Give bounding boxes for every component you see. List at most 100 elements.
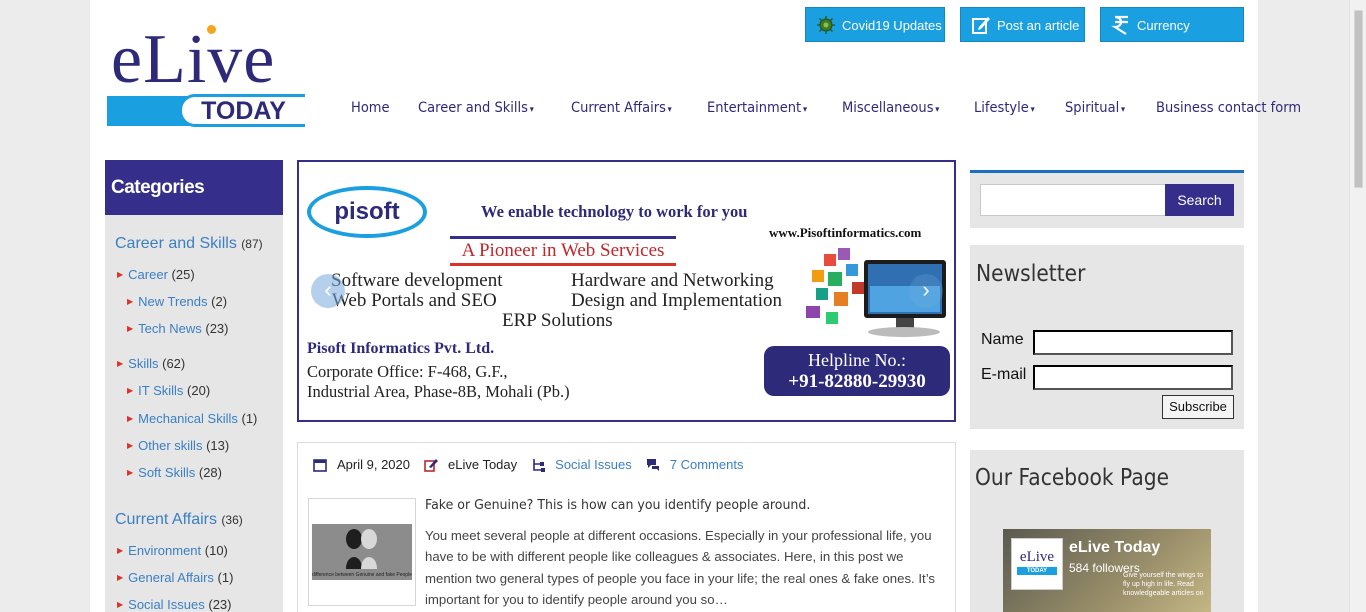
nav-item-lifestyle[interactable]: Lifestyle ▾ [974, 100, 1035, 116]
bullet-triangle-icon: ▶ [127, 297, 134, 306]
category-link[interactable]: Other skills [138, 438, 202, 453]
covid-updates-button[interactable]: Covid19 Updates [805, 7, 945, 42]
scrollbar-thumb[interactable] [1354, 10, 1363, 188]
banner-service: Software development [331, 270, 503, 291]
pisoft-logo: pisoft [307, 186, 427, 238]
name-label: Name [981, 331, 1024, 348]
category-link[interactable]: Social Issues [128, 597, 205, 612]
category-link[interactable]: Career and Skills [115, 235, 237, 252]
nav-item-spiritual[interactable]: Spiritual ▾ [1065, 100, 1125, 116]
category-link[interactable]: Career [128, 267, 168, 282]
people-silhouette-icon [346, 529, 377, 569]
virus-icon [817, 16, 835, 34]
nav-item-current-affairs[interactable]: Current Affairs ▾ [571, 100, 672, 116]
bullet-triangle-icon: ▶ [127, 441, 134, 450]
category-count: (23) [208, 597, 232, 612]
facebook-title: Our Facebook Page [975, 465, 1170, 491]
newsletter-email-field[interactable] [1033, 365, 1233, 390]
search-button[interactable]: Search [1165, 184, 1234, 216]
post-author: eLive Today [448, 457, 518, 472]
newsletter-name-field[interactable] [1033, 330, 1233, 355]
category-count: (10) [204, 543, 228, 558]
bullet-triangle-icon: ▶ [117, 270, 124, 279]
category-link[interactable]: Soft Skills [138, 465, 195, 480]
bullet-triangle-icon: ▶ [117, 359, 124, 368]
nav-item-miscellaneous[interactable]: Miscellaneous ▾ [842, 100, 939, 116]
nav-item-home[interactable]: Home [351, 100, 390, 116]
banner-url: www.Pisoftinformatics.com [769, 225, 922, 240]
category-link[interactable]: Current Affairs [115, 511, 217, 528]
search-input[interactable] [980, 184, 1166, 216]
category-item: ▶ IT Skills (20) [127, 383, 210, 398]
post-thumbnail-image: difference between Genuine and fake Peop… [312, 524, 412, 580]
caret-down-icon: ▾ [1121, 105, 1126, 115]
search-widget: Search [970, 170, 1244, 228]
post-comments-link[interactable]: 7 Comments [670, 457, 744, 472]
category-link[interactable]: New Trends [138, 294, 207, 309]
facebook-page-name[interactable]: eLive Today [1069, 539, 1160, 557]
post-category-link[interactable]: Social Issues [555, 457, 632, 472]
facebook-page-card[interactable]: eLive TODAY eLive Today 584 followers Gi… [1003, 529, 1211, 612]
banner-address: Corporate Office: F-468, G.F., [307, 362, 508, 381]
category-count: (62) [162, 356, 186, 371]
category-item: ▶ Environment (10) [117, 543, 228, 558]
categories-title: Categories [105, 160, 283, 215]
banner-pioneer: A Pioneer in Web Services [450, 236, 676, 266]
slider-prev-button[interactable]: ‹ [311, 274, 345, 308]
nav-item-label: Entertainment [706, 100, 801, 116]
nav-item-business-contact-form[interactable]: Business contact form [1156, 100, 1301, 116]
edit-icon [972, 17, 990, 34]
category-link[interactable]: IT Skills [138, 383, 183, 398]
nav-item-label: Home [351, 100, 390, 116]
category-item: ▶ General Affairs (1) [117, 570, 233, 585]
banner-address: Industrial Area, Phase-8B, Mohali (Pb.) [307, 382, 570, 401]
category-link[interactable]: Environment [128, 543, 201, 558]
category-count: (28) [198, 465, 222, 480]
banner-company: Pisoft Informatics Pvt. Ltd. [307, 340, 495, 357]
category-link[interactable]: Tech News [138, 321, 202, 336]
post-date: April 9, 2020 [337, 457, 410, 472]
nav-item-label: Current Affairs [570, 100, 666, 116]
category-count: (1) [217, 570, 234, 585]
category-count: (20) [187, 383, 211, 398]
email-label: E-mail [981, 366, 1027, 383]
category-item: ▶ Skills (62) [117, 356, 185, 371]
subscribe-button[interactable]: Subscribe [1162, 395, 1234, 419]
nav-item-career-and-skills[interactable]: Career and Skills ▾ [418, 100, 534, 116]
facebook-page-avatar: eLive TODAY [1011, 538, 1063, 590]
bullet-triangle-icon: ▶ [127, 386, 134, 395]
category-link[interactable]: General Affairs [128, 570, 214, 585]
bullet-triangle-icon: ▶ [127, 414, 134, 423]
covid-updates-label: Covid19 Updates [842, 18, 942, 33]
nav-item-entertainment[interactable]: Entertainment ▾ [707, 100, 807, 116]
caret-down-icon: ▾ [667, 105, 672, 115]
category-item: ▶ Soft Skills (28) [127, 465, 222, 480]
post-title[interactable]: Fake or Genuine? This is how can you ide… [425, 497, 810, 513]
category-count: (87) [241, 237, 263, 251]
post-thumbnail[interactable]: difference between Genuine and fake Peop… [308, 498, 416, 606]
site-logo[interactable]: eLive TODAY [107, 18, 307, 128]
nav-item-label: Career and Skills [417, 100, 528, 116]
calendar-icon [313, 458, 327, 472]
post-meta: April 9, 2020 eLive Today Social Issues … [313, 457, 757, 472]
logo-wordmark: eLive [111, 21, 276, 98]
category-item: Current Affairs (36) [115, 511, 243, 529]
category-link[interactable]: Skills [128, 356, 158, 371]
bullet-triangle-icon: ▶ [117, 546, 124, 555]
bullet-triangle-icon: ▶ [127, 324, 134, 333]
nav-item-label: Business contact form [1156, 100, 1302, 116]
category-item: ▶ Mechanical Skills (1) [127, 411, 257, 426]
category-item: ▶ Career (25) [117, 267, 195, 282]
slider-next-button[interactable]: › [909, 274, 943, 308]
post-article-label: Post an article [997, 18, 1080, 33]
category-link[interactable]: Mechanical Skills [138, 411, 238, 426]
caret-down-icon: ▾ [802, 105, 807, 115]
scrollbar[interactable] [1349, 0, 1366, 612]
category-item: Career and Skills (87) [115, 235, 263, 253]
post-article-button[interactable]: Post an article [960, 7, 1085, 42]
banner-slider[interactable]: pisoft We enable technology to work for … [297, 160, 956, 422]
newsletter-widget: Newsletter Name E-mail Subscribe [970, 245, 1244, 429]
currency-convertor-label: Currency Convertor [1137, 18, 1195, 68]
currency-convertor-button[interactable]: Currency Convertor [1100, 7, 1244, 68]
category-count: (2) [211, 294, 228, 309]
